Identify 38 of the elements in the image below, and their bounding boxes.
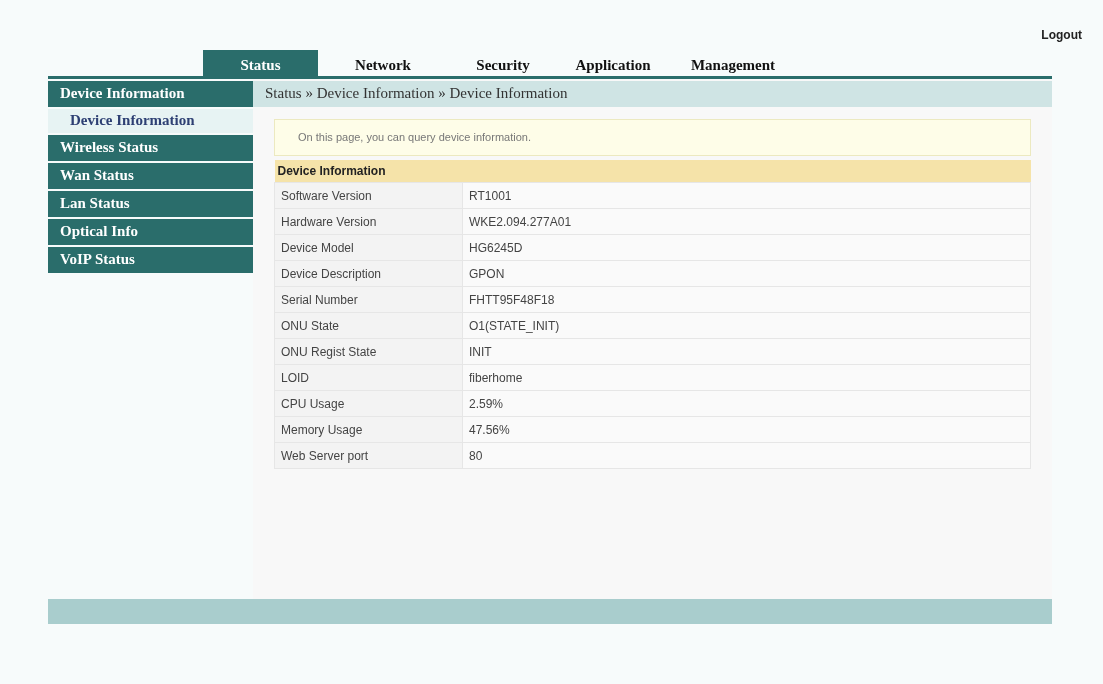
- table-cell: Device Model: [274, 234, 463, 261]
- table-cell: Device Description: [274, 260, 463, 287]
- sidebar-item[interactable]: VoIP Status: [48, 247, 253, 273]
- nav-tab[interactable]: Application: [558, 50, 668, 76]
- table-cell: 80: [462, 442, 1031, 469]
- table-cell: ONU State: [274, 312, 463, 339]
- sidebar-item[interactable]: Wireless Status: [48, 135, 253, 161]
- table-cell: RT1001: [462, 182, 1031, 209]
- sidebar-item[interactable]: Wan Status: [48, 163, 253, 189]
- table-cell: 47.56%: [462, 416, 1031, 443]
- table-cell: FHTT95F48F18: [462, 286, 1031, 313]
- table-cell: Serial Number: [274, 286, 463, 313]
- sidebar-item[interactable]: Optical Info: [48, 219, 253, 245]
- table-cell: Software Version: [274, 182, 463, 209]
- table-cell: LOID: [274, 364, 463, 391]
- table-header: Device Information: [274, 160, 1031, 183]
- table-cell: GPON: [462, 260, 1031, 287]
- table-cell: O1(STATE_INIT): [462, 312, 1031, 339]
- table-cell: ONU Regist State: [274, 338, 463, 365]
- sidebar-item[interactable]: Lan Status: [48, 191, 253, 217]
- logout-link[interactable]: Logout: [1041, 28, 1082, 50]
- table-cell: CPU Usage: [274, 390, 463, 417]
- table-cell: 2.59%: [462, 390, 1031, 417]
- table-cell: INIT: [462, 338, 1031, 365]
- table-cell: fiberhome: [462, 364, 1031, 391]
- info-notice: On this page, you can query device information.: [274, 119, 1031, 156]
- sidebar-item[interactable]: Device Information: [48, 81, 253, 107]
- breadcrumb: Status » Device Information » Device Information: [253, 81, 1052, 107]
- nav-tab[interactable]: Management: [668, 50, 798, 76]
- sidebar-subitem[interactable]: Device Information: [48, 109, 253, 133]
- nav-tab[interactable]: Network: [318, 50, 448, 76]
- table-cell: WKE2.094.277A01: [462, 208, 1031, 235]
- nav-tab[interactable]: Security: [448, 50, 558, 76]
- table-cell: Hardware Version: [274, 208, 463, 235]
- nav-tab[interactable]: Status: [203, 50, 318, 76]
- table-cell: Web Server port: [274, 442, 463, 469]
- table-cell: HG6245D: [462, 234, 1031, 261]
- table-cell: Memory Usage: [274, 416, 463, 443]
